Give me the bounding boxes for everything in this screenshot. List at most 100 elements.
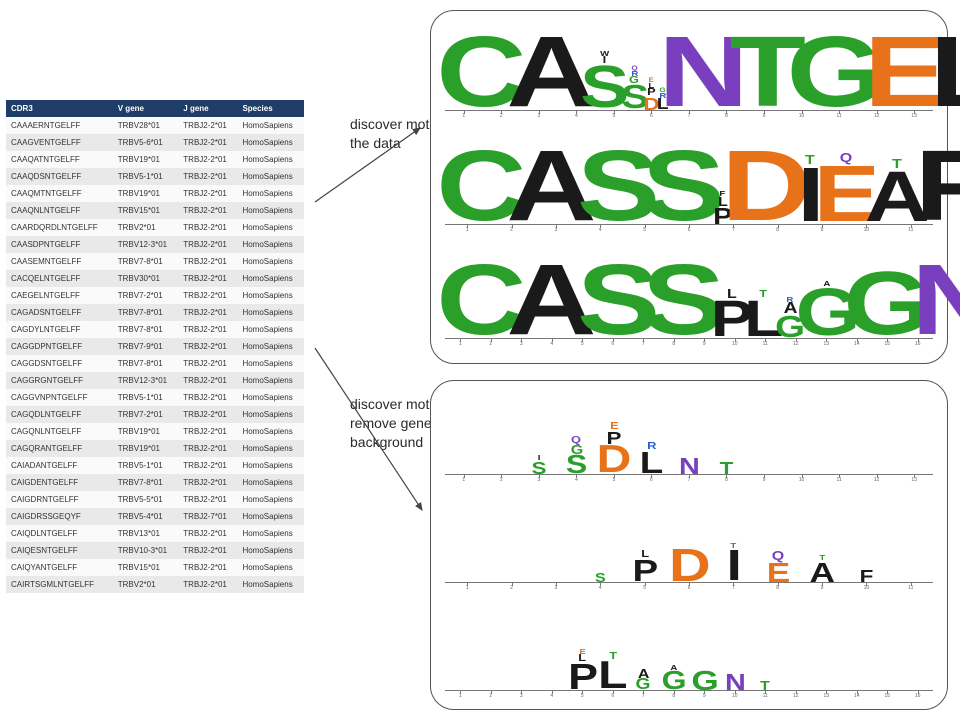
logo-letter: A — [638, 669, 649, 679]
table-cell: HomoSapiens — [237, 168, 304, 185]
table-cell: TRBJ2-2*01 — [178, 287, 237, 304]
logo-column: F — [922, 137, 960, 225]
logo-column: S — [585, 251, 650, 339]
table-row: CAEGELNTGELFFTRBV7-2*01TRBJ2-2*01HomoSap… — [6, 287, 304, 304]
logo-column: EQ — [820, 137, 871, 225]
table-cell: TRBV7-2*01 — [113, 406, 179, 423]
table-cell: TRBJ2-2*01 — [178, 117, 237, 134]
table-cell: TRBJ2-2*01 — [178, 525, 237, 542]
logo-column: L — [937, 23, 960, 111]
table-cell: TRBJ2-2*01 — [178, 457, 237, 474]
axis-tick: 2 — [489, 585, 533, 597]
logo-column: F — [844, 501, 888, 583]
table-cell: TRBV13*01 — [113, 525, 179, 542]
table-cell: TRBJ2-2*01 — [178, 491, 237, 508]
table-row: CAGDYLNTGELFFTRBV7-8*01TRBJ2-2*01HomoSap… — [6, 321, 304, 338]
table-cell: TRBJ2-2*01 — [178, 270, 237, 287]
table-cell: TRBV19*01 — [113, 423, 179, 440]
logo-letter: P — [647, 89, 655, 97]
logo-letter: T — [730, 543, 736, 549]
logo-column: S — [650, 137, 715, 225]
table-cell: HomoSapiens — [237, 508, 304, 525]
table-cell: HomoSapiens — [237, 287, 304, 304]
logo-column: N — [720, 609, 751, 691]
table-cell: CAIADANTGELFF — [6, 457, 113, 474]
logo-letter: E — [610, 423, 618, 431]
table-cell: CAGGVNPNTGELFF — [6, 389, 113, 406]
table-cell: TRBV12-3*01 — [113, 236, 179, 253]
axis-tick: 10 — [844, 585, 888, 597]
logo-column — [811, 609, 842, 691]
logo-letter: P — [607, 431, 622, 445]
logo-column — [781, 609, 812, 691]
table-cell: TRBJ2-2*01 — [178, 542, 237, 559]
table-cell: TRBJ2-2*01 — [178, 474, 237, 491]
logo-letter: F — [914, 147, 960, 225]
logo-letter: E — [649, 78, 654, 83]
logo-letter: A — [810, 561, 835, 583]
logo-column — [903, 609, 934, 691]
axis-tick: 4 — [578, 585, 622, 597]
logo-column: D — [730, 137, 800, 225]
sequence-table: CDR3V geneJ geneSpecies CAAAERNTGELFFTRB… — [6, 100, 304, 593]
table-cell: CAGQNLNTGELFF — [6, 423, 113, 440]
sequence-logo: 1234567891011SPLDITEQATF — [445, 501, 933, 597]
logo-letter: L — [641, 551, 649, 559]
table-cell: TRBV7-8*01 — [113, 355, 179, 372]
logo-column: N — [667, 23, 737, 111]
table-cell: TRBV7-9*01 — [113, 338, 179, 355]
axis-tick: 8 — [708, 477, 746, 489]
table-cell: CACQELNTGELFF — [6, 270, 113, 287]
table-cell: CAIQYANTGELFF — [6, 559, 113, 576]
axis-tick: 12 — [781, 693, 812, 705]
table-cell: CAAGVENTGELFF — [6, 134, 113, 151]
logo-column — [895, 393, 933, 475]
logo-column — [842, 609, 873, 691]
logo-column: LT — [748, 251, 778, 339]
logo-letter: T — [892, 159, 901, 169]
axis-tick: 1 — [445, 693, 476, 705]
table-cell: CAASDPNTGELFF — [6, 236, 113, 253]
logo-column: G — [689, 609, 720, 691]
table-cell: HomoSapiens — [237, 117, 304, 134]
table-row: CAGADSNTGELFFTRBV7-8*01TRBJ2-2*01HomoSap… — [6, 304, 304, 321]
logo-letter: R — [647, 443, 656, 451]
table-cell: CAAQNLNTGELFF — [6, 202, 113, 219]
table-cell: TRBJ2-2*01 — [178, 321, 237, 338]
table-cell: CAAQDSNTGELFF — [6, 168, 113, 185]
logo-column: AT — [800, 501, 844, 583]
table-cell: TRBJ2-2*01 — [178, 406, 237, 423]
logo-letter: L — [578, 655, 586, 663]
logo-letter: T — [759, 291, 767, 299]
logo-letter: S — [642, 147, 723, 225]
logo-column: E — [872, 23, 937, 111]
motif-panel-background-removed: 12345678910111213SISGQDPELRNT12345678910… — [430, 380, 948, 710]
table-cell: CAARDQRDLNTGELFF — [6, 219, 113, 236]
table-row: CAGGVNPNTGELFFTRBV5-1*01TRBJ2-2*01HomoSa… — [6, 389, 304, 406]
logo-column — [506, 609, 537, 691]
axis-tick: 2 — [483, 477, 521, 489]
logo-letter: P — [568, 663, 597, 691]
table-cell: TRBV28*01 — [113, 117, 179, 134]
logo-letter: T — [819, 555, 825, 561]
table-cell: TRBJ2-2*01 — [178, 304, 237, 321]
table-cell: TRBJ2-2*01 — [178, 151, 237, 168]
table-row: CAASEMNTGELFFTRBV7-8*01TRBJ2-2*01HomoSap… — [6, 253, 304, 270]
table-cell: TRBV5-5*01 — [113, 491, 179, 508]
logo-letter: T — [720, 461, 733, 475]
table-header: Species — [237, 100, 304, 117]
logo-letter: D — [669, 547, 710, 583]
table-cell: TRBV12-3*01 — [113, 372, 179, 389]
table-row: CAIQESNTGELFFTRBV10-3*01TRBJ2-2*01HomoSa… — [6, 542, 304, 559]
table-cell: CAGADSNTGELFF — [6, 304, 113, 321]
table-row: CAIGDRSSGEQYFTRBV5-4*01TRBJ2-7*01HomoSap… — [6, 508, 304, 525]
table-cell: TRBV10-3*01 — [113, 542, 179, 559]
logo-column: N — [920, 251, 960, 339]
table-cell: HomoSapiens — [237, 389, 304, 406]
table-cell: CAAQMTNTGELFF — [6, 185, 113, 202]
table-cell: TRBJ2-2*01 — [178, 440, 237, 457]
axis-tick: 4 — [537, 693, 568, 705]
logo-letter: G — [691, 669, 718, 691]
table-cell: HomoSapiens — [237, 185, 304, 202]
table-row: CAAAERNTGELFFTRBV28*01TRBJ2-2*01HomoSapi… — [6, 117, 304, 134]
